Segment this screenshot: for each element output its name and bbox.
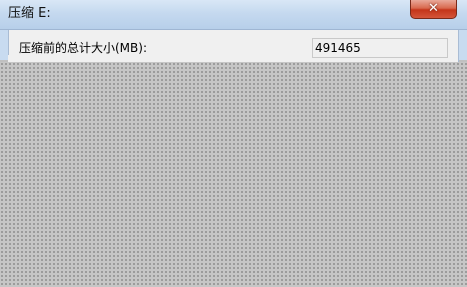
dither-edge bbox=[8, 55, 78, 62]
window-title: 压缩 E: bbox=[8, 6, 51, 21]
size-before-compression-field: 491465 bbox=[312, 38, 448, 58]
compress-dialog: 压缩 E: ✕ 压缩前的总计大小(MB): 491465 bbox=[0, 0, 467, 287]
title-bar[interactable]: 压缩 E: ✕ bbox=[0, 0, 467, 30]
size-before-compression-label: 压缩前的总计大小(MB): bbox=[19, 41, 147, 55]
window-frame-right bbox=[459, 30, 467, 60]
close-icon: ✕ bbox=[428, 1, 439, 16]
window-frame-left bbox=[0, 30, 8, 60]
close-button[interactable]: ✕ bbox=[410, 0, 457, 19]
dither-overlay bbox=[0, 62, 467, 287]
